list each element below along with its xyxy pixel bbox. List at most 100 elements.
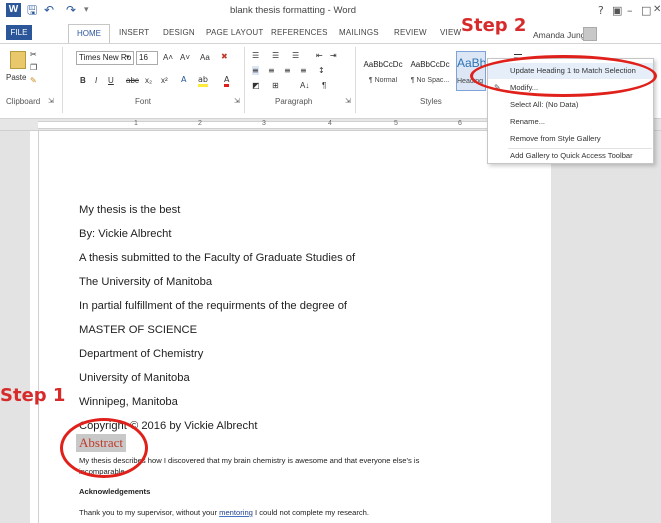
paste-icon[interactable] [10, 51, 26, 69]
paragraph-launcher-icon[interactable]: ⇲ [345, 97, 351, 105]
ack-text-after: I could not complete my research. [252, 508, 369, 517]
doc-line-university[interactable]: The University of Manitoba [79, 276, 212, 288]
justify-icon[interactable]: ≡ [300, 66, 307, 75]
step1-highlight-oval [60, 418, 148, 478]
menu-item-add-gallery-qat[interactable]: Add Gallery to Quick Access Toolbar [488, 148, 653, 164]
acknowledgements-text[interactable]: Thank you to my supervisor, without your… [79, 508, 369, 517]
save-icon[interactable]: 🖫 [27, 3, 37, 17]
maximize-button[interactable]: □ [641, 4, 651, 17]
align-right-icon[interactable]: ≡ [284, 66, 291, 75]
minimize-button[interactable]: – [627, 4, 633, 17]
decrease-indent-icon[interactable]: ⇤ [316, 51, 323, 60]
help-button[interactable]: ? [598, 4, 604, 17]
tab-view[interactable]: VIEW [440, 28, 461, 37]
style-normal[interactable]: AaBbCcDc ¶ Normal [362, 51, 404, 91]
highlight-icon[interactable]: ab [198, 75, 208, 87]
font-launcher-icon[interactable]: ⇲ [234, 97, 240, 105]
grow-font-button[interactable]: A˄ [163, 53, 173, 62]
show-formatting-button[interactable]: ¶ [322, 81, 326, 90]
user-name[interactable]: Amanda Jung [533, 30, 585, 40]
doc-line-department[interactable]: Department of Chemistry [79, 348, 203, 360]
tab-mailings[interactable]: MAILINGS [339, 28, 379, 37]
tab-page-layout[interactable]: PAGE LAYOUT [206, 28, 263, 37]
superscript-button[interactable]: x² [161, 76, 168, 85]
line-spacing-icon[interactable]: ↕ [318, 66, 325, 75]
bullets-icon[interactable]: ☰ [252, 51, 259, 60]
undo-icon[interactable]: ↶ [44, 3, 54, 17]
group-divider [355, 47, 356, 113]
acknowledgements-heading[interactable]: Acknowledgements [79, 487, 150, 496]
format-painter-icon[interactable]: ✎ [30, 76, 37, 85]
tab-references[interactable]: REFERENCES [271, 28, 328, 37]
doc-line-submitted[interactable]: A thesis submitted to the Faculty of Gra… [79, 252, 355, 264]
ruler-mark: 4 [328, 120, 332, 127]
tab-home[interactable]: HOME [68, 24, 110, 43]
font-group-label: Font [135, 97, 152, 106]
underline-button[interactable]: U [108, 76, 114, 85]
tab-design[interactable]: DESIGN [163, 28, 195, 37]
avatar[interactable] [583, 27, 597, 41]
italic-button[interactable]: I [95, 76, 97, 85]
style-no-spacing[interactable]: AaBbCcDc ¶ No Spac... [409, 51, 451, 91]
ack-link-mentoring[interactable]: mentoring [219, 508, 253, 517]
menu-item-label: Add Gallery to Quick Access Toolbar [510, 151, 633, 160]
increase-indent-icon[interactable]: ⇥ [330, 51, 337, 60]
align-left-icon[interactable]: ≡ [252, 66, 259, 75]
clear-formatting-icon[interactable]: ✖ [221, 52, 228, 61]
step2-highlight-oval [470, 55, 657, 97]
step2-label: Step 2 [461, 15, 527, 36]
ribbon-display-icon[interactable]: ▣ [612, 4, 622, 17]
clipboard-group-label: Clipboard [6, 97, 41, 106]
step1-label: Step 1 [0, 385, 66, 406]
shading-icon[interactable]: ◩ [252, 81, 260, 90]
group-divider [244, 47, 245, 113]
ruler-track [38, 121, 558, 129]
change-case-button[interactable]: Aa [200, 53, 210, 62]
menu-item-label: Select All: (No Data) [510, 100, 579, 109]
menu-item-remove-from-gallery[interactable]: Remove from Style Gallery [488, 131, 653, 147]
copy-icon[interactable]: ❐ [30, 63, 37, 72]
vertical-ruler[interactable] [30, 131, 39, 523]
doc-line-author[interactable]: By: Vickie Albrecht [79, 228, 171, 240]
menu-item-label: Rename... [510, 117, 546, 126]
menu-item-label: Remove from Style Gallery [510, 134, 601, 143]
ruler-mark: 1 [134, 120, 138, 127]
close-button[interactable]: ✕ [653, 4, 661, 15]
group-divider [62, 47, 63, 113]
subscript-button[interactable]: x₂ [145, 76, 152, 85]
font-color-icon[interactable]: A [224, 75, 230, 87]
redo-icon[interactable]: ↷ [66, 3, 76, 17]
customize-qat-icon[interactable]: ▾ [84, 3, 89, 17]
doc-line-degree[interactable]: MASTER OF SCIENCE [79, 324, 197, 336]
font-name-dropdown-icon[interactable]: ▾ [126, 53, 130, 61]
font-size-field[interactable]: 16 [136, 51, 158, 65]
tab-insert[interactable]: INSERT [119, 28, 149, 37]
styles-group-label: Styles [420, 97, 442, 106]
doc-line-title[interactable]: My thesis is the best [79, 204, 180, 216]
style-sample: AaBbCcDc [410, 60, 450, 69]
doc-line-fulfillment[interactable]: In partial fulfillment of the requirment… [79, 300, 347, 312]
tab-review[interactable]: REVIEW [394, 28, 427, 37]
sort-button[interactable]: A↓ [300, 81, 309, 90]
strikethrough-button[interactable]: abc [126, 76, 139, 85]
window-title: blank thesis formatting - Word [230, 5, 357, 16]
ruler-mark: 6 [458, 120, 462, 127]
menu-item-rename[interactable]: Rename... [488, 114, 653, 130]
style-sample: AaBbCcDc [363, 60, 403, 69]
doc-line-university-2[interactable]: University of Manitoba [79, 372, 190, 384]
doc-line-location[interactable]: Winnipeg, Manitoba [79, 396, 178, 408]
menu-item-select-all[interactable]: Select All: (No Data) [488, 97, 653, 113]
clipboard-launcher-icon[interactable]: ⇲ [48, 97, 54, 105]
tab-file[interactable]: FILE [6, 25, 32, 40]
borders-icon[interactable]: ⊞ [272, 81, 279, 90]
paste-button[interactable]: Paste [6, 73, 26, 82]
shrink-font-button[interactable]: A˅ [180, 53, 190, 62]
bold-button[interactable]: B [80, 76, 86, 85]
align-center-icon[interactable]: ≡ [268, 66, 275, 75]
style-name: ¶ Normal [368, 77, 398, 84]
multilevel-list-icon[interactable]: ☰ [292, 51, 299, 60]
cut-icon[interactable]: ✂ [30, 50, 37, 59]
numbering-icon[interactable]: ☰ [272, 51, 279, 60]
text-effects-icon[interactable]: A [181, 75, 186, 84]
word-app-icon: W [6, 3, 21, 17]
